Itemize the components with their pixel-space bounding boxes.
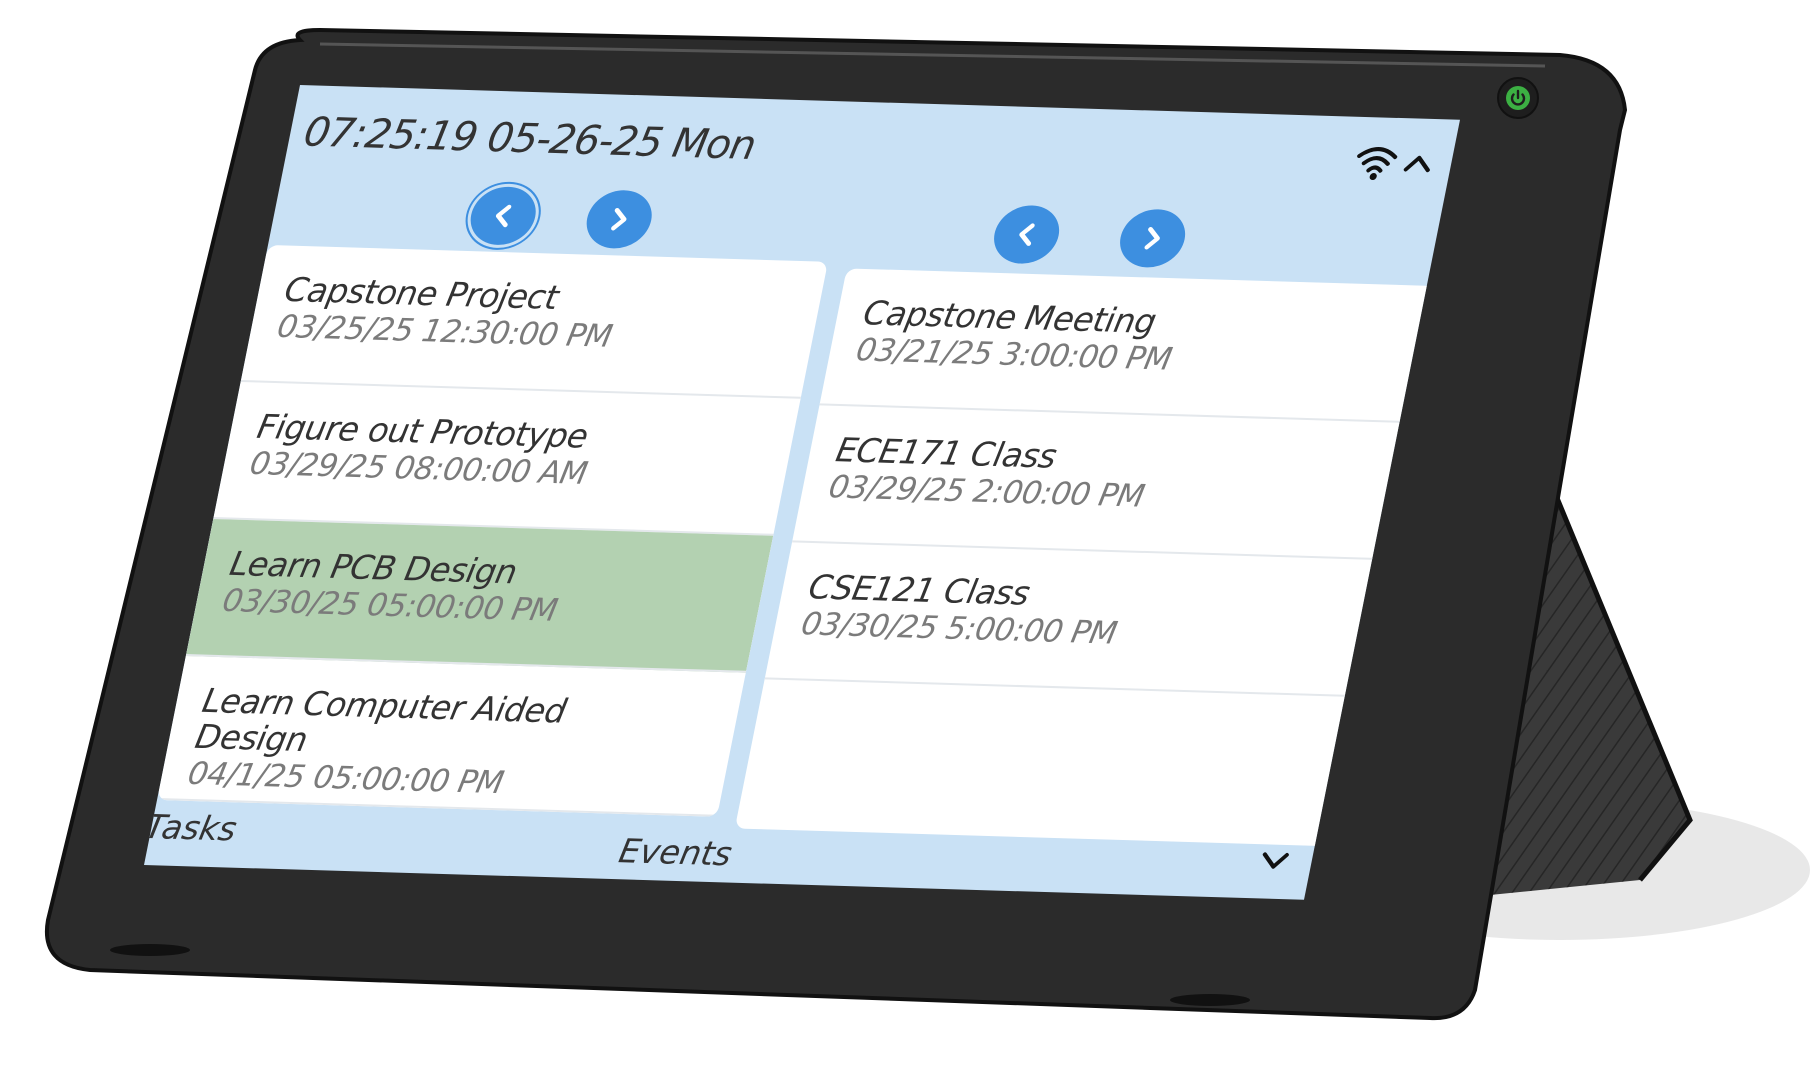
events-tab-label[interactable]: Events xyxy=(616,831,736,873)
wifi-icon xyxy=(1357,147,1398,181)
task-item[interactable]: Figure out Prototype 03/29/25 08:00:00 A… xyxy=(213,382,801,536)
clock-datetime: 07:25:19 05-26-25 Mon xyxy=(300,109,760,169)
events-prev-button[interactable] xyxy=(988,204,1065,265)
tasks-next-button[interactable] xyxy=(581,189,657,250)
status-bar xyxy=(1351,143,1437,183)
tasks-tab-label[interactable]: Tasks xyxy=(144,807,240,849)
task-item[interactable]: Learn Computer Aided Design 04/1/25 05:0… xyxy=(157,656,746,817)
event-item[interactable]: ECE171 Class 03/29/25 2:00:00 PM xyxy=(792,405,1420,561)
tasks-panel: Capstone Project 03/25/25 12:30:00 PM Fi… xyxy=(157,245,828,817)
power-button[interactable] xyxy=(1497,77,1539,119)
chevron-up-icon[interactable] xyxy=(1401,151,1436,176)
events-next-button[interactable] xyxy=(1114,208,1191,269)
power-icon xyxy=(1506,86,1530,110)
chevron-left-icon xyxy=(495,204,512,228)
tasks-prev-button[interactable] xyxy=(465,185,541,246)
task-title: Learn Computer Aided Design xyxy=(192,680,570,760)
event-item[interactable]: Capstone Meeting 03/21/25 3:00:00 PM xyxy=(819,268,1447,424)
task-item[interactable]: Capstone Project 03/25/25 12:30:00 PM xyxy=(240,245,828,399)
chevron-left-icon xyxy=(1019,223,1035,246)
chevron-right-icon xyxy=(1144,226,1160,250)
event-item[interactable]: CSE121 Class 03/30/25 5:00:00 PM xyxy=(764,542,1392,698)
display-screen: 07:25:19 05-26-25 Mon Capstone Project 0… xyxy=(144,85,1460,900)
task-item-selected[interactable]: Learn PCB Design 03/30/25 05:00:00 PM xyxy=(185,519,774,673)
chevron-down-icon[interactable] xyxy=(1257,848,1292,873)
chevron-right-icon xyxy=(611,207,627,231)
